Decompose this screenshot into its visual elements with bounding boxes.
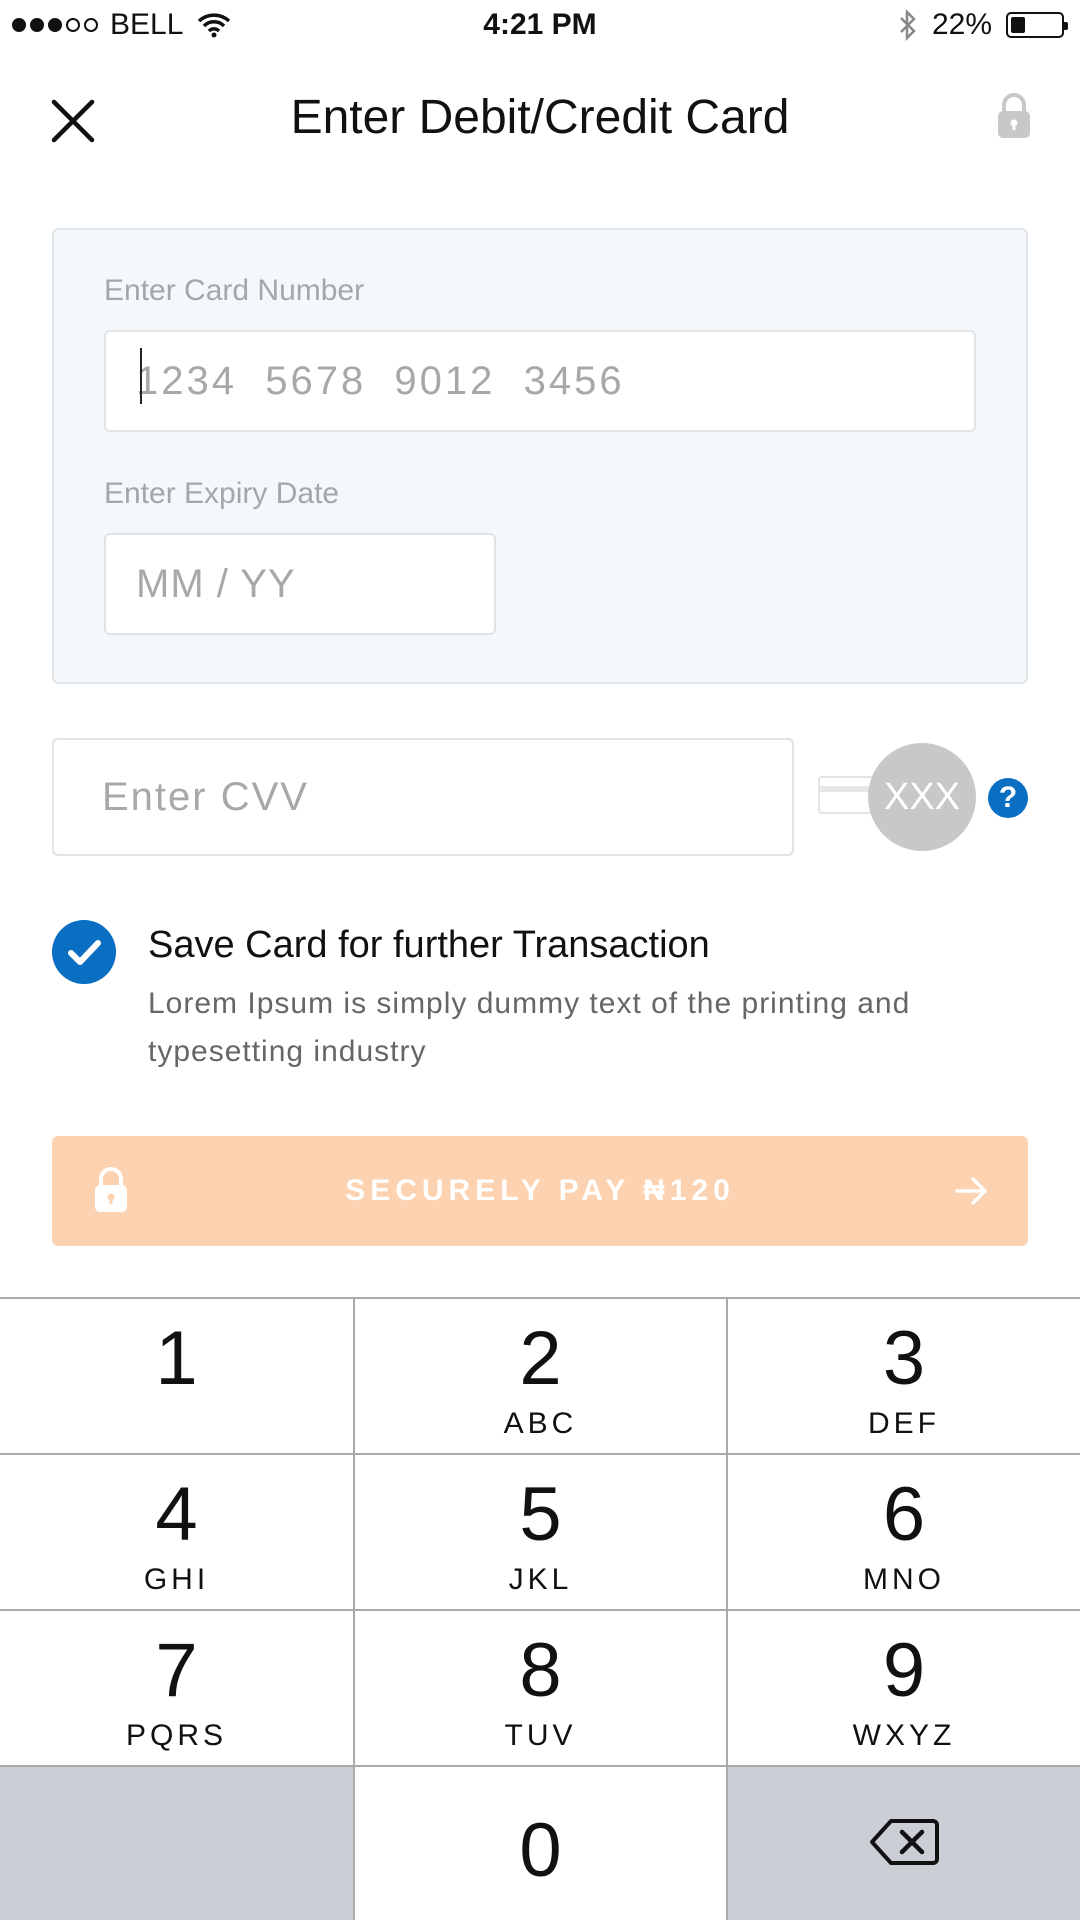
numeric-keypad: 1 2 ABC 3 DEF 4 GHI 5 JKL 6 MNO 7 PQRS 8… <box>0 1297 1080 1920</box>
key-digit: 4 <box>155 1472 198 1557</box>
key-digit: 3 <box>882 1316 926 1401</box>
card-number-placeholder: 1234 5678 9012 3456 <box>136 358 625 403</box>
expiry-date-label: Enter Expiry Date <box>104 477 340 510</box>
key-2[interactable]: 2 ABC <box>355 1299 728 1455</box>
expiry-placeholder: MM / YY <box>136 561 296 606</box>
key-7[interactable]: 7 PQRS <box>0 1611 355 1767</box>
key-digit: 7 <box>155 1628 198 1713</box>
key-letters: MNO <box>863 1563 945 1596</box>
securely-pay-button[interactable]: SECURELY PAY ₦120 <box>52 1136 1028 1246</box>
key-blank <box>0 1767 355 1920</box>
cvv-placeholder: Enter CVV <box>102 774 309 819</box>
help-icon[interactable]: ? <box>988 778 1028 818</box>
checkmark-icon <box>68 940 101 965</box>
key-6[interactable]: 6 MNO <box>728 1455 1080 1611</box>
key-letters: JKL <box>508 1563 573 1596</box>
key-letters: TUV <box>504 1719 577 1752</box>
expiry-date-input[interactable]: MM / YY <box>104 533 496 635</box>
key-3[interactable]: 3 DEF <box>728 1299 1080 1455</box>
save-card-checkbox[interactable] <box>52 920 116 984</box>
key-1[interactable]: 1 <box>0 1299 355 1455</box>
battery-icon <box>1006 12 1068 38</box>
key-letters: PQRS <box>125 1719 228 1752</box>
cvv-input[interactable]: Enter CVV <box>52 738 794 856</box>
key-digit: 5 <box>519 1472 562 1557</box>
save-card-title: Save Card for further Transaction <box>148 924 710 966</box>
key-digit: 8 <box>519 1628 562 1713</box>
key-digit: 0 <box>519 1808 562 1893</box>
save-card-description: Lorem Ipsum is simply dummy text of the … <box>148 987 911 1068</box>
backspace-icon <box>870 1819 939 1865</box>
key-digit: 9 <box>882 1628 926 1713</box>
card-number-label: Enter Card Number <box>104 274 365 307</box>
key-letters: GHI <box>143 1563 210 1596</box>
cvv-hint-badge: XXX <box>868 743 976 851</box>
key-letters: DEF <box>868 1407 940 1440</box>
header: Enter Debit/Credit Card <box>0 80 1080 160</box>
close-icon[interactable] <box>48 96 98 146</box>
delete-key[interactable] <box>728 1767 1080 1920</box>
key-digit: 2 <box>519 1316 562 1401</box>
status-bar: BELL 4:21 PM 22% <box>0 0 1080 52</box>
key-digit: 6 <box>882 1472 926 1557</box>
bluetooth-icon <box>900 9 916 41</box>
key-8[interactable]: 8 TUV <box>355 1611 728 1767</box>
key-9[interactable]: 9 WXYZ <box>728 1611 1080 1767</box>
cvv-hint-text: XXX <box>883 775 961 818</box>
key-4[interactable]: 4 GHI <box>0 1455 355 1611</box>
card-details-panel: Enter Card Number 1234 5678 9012 3456 En… <box>52 228 1028 684</box>
lock-icon <box>998 93 1030 138</box>
status-right: 22% <box>898 8 1068 42</box>
battery-percent: 22% <box>931 8 992 41</box>
key-0[interactable]: 0 <box>355 1767 728 1920</box>
page-title: Enter Debit/Credit Card <box>290 91 790 144</box>
key-letters: WXYZ <box>852 1719 956 1752</box>
key-digit: 1 <box>155 1316 198 1401</box>
text-caret <box>140 348 142 404</box>
pay-button-label: SECURELY PAY ₦120 <box>345 1174 735 1207</box>
arrow-right-icon <box>955 1177 987 1205</box>
key-letters: ABC <box>503 1407 578 1440</box>
key-5[interactable]: 5 JKL <box>355 1455 728 1611</box>
card-number-input[interactable]: 1234 5678 9012 3456 <box>104 330 976 432</box>
